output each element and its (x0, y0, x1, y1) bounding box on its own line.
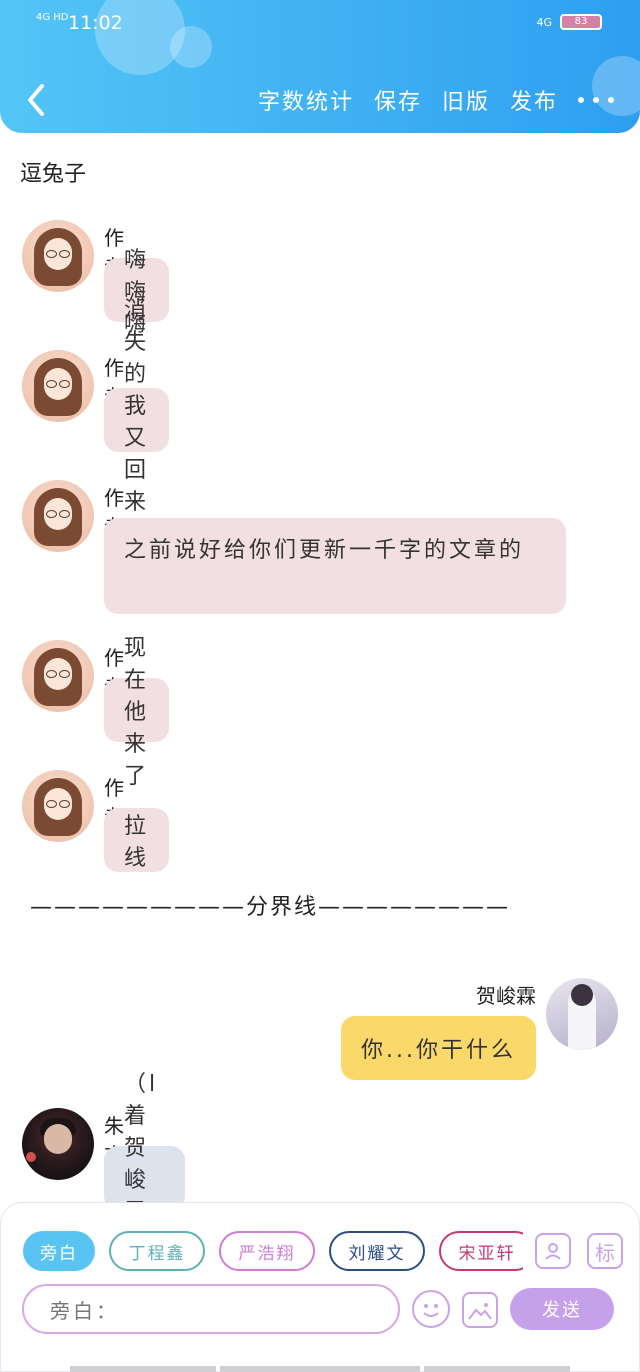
header-actions: 字数统计 保存 旧版 发布 (258, 84, 614, 116)
character-avatar[interactable] (546, 978, 618, 1050)
nav-bar-segment (70, 1366, 216, 1372)
author-avatar[interactable] (22, 220, 94, 292)
save-button[interactable]: 保存 (374, 84, 422, 116)
role-chip-liu[interactable]: 刘耀文 (329, 1231, 425, 1271)
message-input[interactable]: 旁白： (22, 1284, 400, 1334)
message-bubble[interactable]: 你...你干什么 (341, 1016, 536, 1080)
image-icon[interactable] (462, 1292, 498, 1328)
message-bubble[interactable]: 现在他来了 (104, 636, 170, 789)
role-chip-yan[interactable]: 严浩翔 (219, 1231, 315, 1271)
word-count-button[interactable]: 字数统计 (258, 84, 354, 116)
message-bubble[interactable]: （l着贺峻霖的y） (104, 1072, 186, 1289)
nav-bar-segment (424, 1366, 570, 1372)
sender-name: 贺峻霖 (476, 984, 536, 1008)
status-time: 11:02 (68, 12, 123, 34)
send-button[interactable]: 发送 (510, 1288, 614, 1330)
author-avatar[interactable] (22, 480, 94, 552)
message-bubble[interactable]: 拉线 (104, 808, 170, 872)
section-divider: —————————分界线———————— (30, 895, 511, 920)
role-chip-narrator[interactable]: 旁白 (23, 1231, 95, 1271)
message-bubble[interactable]: 消失的我又回来了 (104, 298, 170, 547)
author-avatar[interactable] (22, 640, 94, 712)
publish-button[interactable]: 发布 (510, 84, 558, 116)
person-card-icon[interactable] (535, 1233, 571, 1269)
author-avatar[interactable] (22, 350, 94, 422)
top-header: 4G HD 11:02 4G 83 字数统计 保存 旧版 发布 (0, 0, 640, 133)
story-title: 逗兔子 (20, 162, 87, 187)
network-indicator: 4G (536, 15, 552, 29)
message-bubble[interactable]: 之前说好给你们更新一千字的文章的 (104, 518, 566, 614)
decor-bubble (170, 26, 212, 68)
character-avatar[interactable] (22, 1108, 94, 1180)
role-chip-ding[interactable]: 丁程鑫 (109, 1231, 205, 1271)
tag-button[interactable]: 标 (587, 1233, 623, 1269)
role-chips: 旁白 丁程鑫 严浩翔 刘耀文 宋亚轩 (23, 1227, 523, 1271)
back-button[interactable] (22, 80, 52, 120)
emoji-icon[interactable] (412, 1290, 450, 1328)
battery-icon: 83 (560, 14, 602, 30)
nav-bar-segment (220, 1366, 420, 1372)
old-version-button[interactable]: 旧版 (442, 84, 490, 116)
author-avatar[interactable] (22, 770, 94, 842)
status-right: 4G 83 (536, 14, 602, 30)
chevron-left-icon (28, 84, 44, 116)
signal-indicator: 4G HD (36, 12, 69, 23)
role-chip-song[interactable]: 宋亚轩 (439, 1231, 523, 1271)
more-horizontal-icon[interactable] (578, 85, 614, 115)
